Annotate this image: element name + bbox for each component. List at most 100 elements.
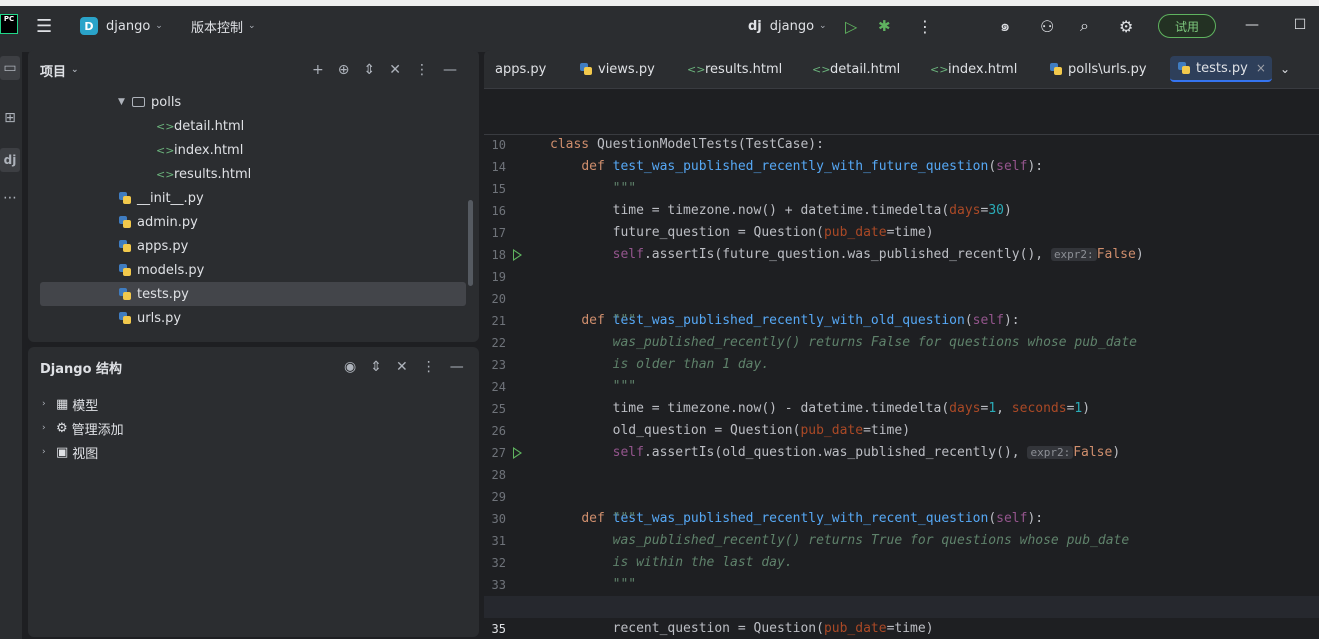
collapse-all-icon[interactable]: ✕	[396, 359, 408, 375]
code-line: 15 time = timezone.now() + datetime.time…	[484, 156, 1319, 218]
chevron-down-icon: ⌄	[155, 21, 163, 31]
chevron-down-icon: ▼	[118, 97, 125, 107]
minimize-button[interactable]: —	[1242, 14, 1262, 36]
project-panel-header[interactable]: 项目 ⌄	[40, 60, 79, 80]
more-tools-button[interactable]: ⋯	[0, 186, 20, 210]
code-line: 23 """	[484, 332, 1319, 394]
tab-index-html[interactable]: <> index.html	[930, 56, 1017, 82]
more-actions-button[interactable]: ⋮	[917, 14, 933, 38]
close-icon[interactable]: ×	[1256, 61, 1266, 75]
chevron-down-icon: ⌄	[819, 21, 827, 31]
tab-results-html[interactable]: <> results.html	[687, 56, 782, 82]
vcs-menu[interactable]: 版本控制 ⌄	[191, 14, 256, 38]
tree-item-models-py[interactable]: models.py	[119, 258, 204, 282]
minimize-icon: —	[1245, 17, 1259, 33]
panel-title: 项目	[40, 64, 67, 80]
more-vertical-icon[interactable]: ⋮	[422, 359, 436, 375]
django-structure-tool-button[interactable]: dj	[0, 148, 20, 172]
gear-icon: ⚙	[56, 420, 68, 436]
chevron-down-icon: ⌄	[248, 21, 256, 31]
main-menu-button[interactable]: ☰	[36, 14, 52, 38]
project-name: django	[106, 18, 151, 34]
code-line: 24 time = timezone.now() - datetime.time…	[484, 354, 1319, 416]
run-test-icon[interactable]	[513, 447, 522, 459]
tree-item-label: tests.py	[137, 286, 189, 302]
top-strip	[0, 0, 1319, 6]
trial-button[interactable]: 试用	[1158, 14, 1216, 38]
tab-tests-py[interactable]: tests.py ×	[1170, 56, 1272, 82]
code-line: 32 """	[484, 530, 1319, 592]
search-everywhere-button[interactable]: ⌕	[1080, 14, 1089, 38]
tab-views-py[interactable]: views.py	[580, 56, 655, 82]
folder-icon: ▭	[3, 60, 17, 76]
tree-item-urls-py[interactable]: urls.py	[119, 306, 181, 330]
python-file-icon	[119, 264, 131, 276]
structure-item-admin[interactable]: › ⚙ 管理添加	[42, 416, 124, 440]
tree-item-apps-py[interactable]: apps.py	[119, 234, 188, 258]
locate-icon[interactable]: ⊕	[338, 62, 350, 78]
project-switcher[interactable]: D django ⌄	[80, 14, 163, 38]
tree-item-results-html[interactable]: <> results.html	[156, 162, 251, 186]
tree-item-label: urls.py	[137, 310, 182, 326]
project-scrollbar[interactable]	[468, 200, 473, 286]
account-button[interactable]: ⚇	[1040, 14, 1054, 38]
python-file-icon	[580, 63, 592, 75]
tab-list-button[interactable]: ⌄	[1280, 56, 1290, 82]
code-line: 9 class QuestionModelTests(TestCase):	[484, 90, 1319, 152]
tree-item-init-py[interactable]: __init__.py	[119, 186, 204, 210]
more-vertical-icon[interactable]: ⋮	[415, 62, 429, 78]
debug-button[interactable]: ✱	[878, 14, 891, 38]
table-icon: ▦	[56, 396, 69, 412]
expand-all-icon[interactable]: ⇕	[363, 62, 375, 78]
tree-item-label: detail.html	[174, 118, 245, 134]
structure-item-views[interactable]: › ▣ 视图	[42, 440, 98, 464]
structure-tool-button[interactable]: ⊞	[0, 106, 20, 130]
search-icon: ⌕	[1080, 16, 1089, 35]
code-line-current: 35 self.assertIs(recent_question.was_pub…	[484, 596, 1319, 636]
chevron-right-icon: ›	[42, 447, 46, 457]
code-line: 14 """	[484, 134, 1319, 196]
code-area[interactable]: 9 class QuestionModelTests(TestCase): 10…	[484, 90, 1319, 639]
new-file-icon[interactable]: +	[312, 62, 324, 78]
settings-button[interactable]: ⚙	[1119, 14, 1133, 38]
tree-item-index-html[interactable]: <> index.html	[156, 138, 243, 162]
run-test-icon[interactable]	[513, 249, 522, 261]
tab-label: apps.py	[495, 61, 547, 77]
code-editor: apps.py views.py <> results.html <> deta…	[484, 50, 1319, 639]
html-file-icon: <>	[812, 62, 831, 76]
hide-panel-icon[interactable]: —	[443, 62, 457, 78]
hide-panel-icon[interactable]: —	[450, 359, 464, 375]
play-icon: ▷	[845, 16, 858, 36]
maximize-button[interactable]: ☐	[1290, 14, 1310, 36]
code-line: 10 def test_was_published_recently_with_…	[484, 112, 1319, 174]
tree-item-detail-html[interactable]: <> detail.html	[156, 114, 244, 138]
run-button[interactable]: ▷	[845, 14, 857, 38]
panel-title: Django 结构	[40, 361, 123, 377]
python-file-icon	[1050, 63, 1062, 75]
tree-item-label: __init__.py	[137, 190, 204, 206]
python-file-icon	[119, 240, 131, 252]
tree-item-label: polls	[151, 94, 182, 110]
collapse-all-icon[interactable]: ✕	[389, 62, 401, 78]
project-tool-button[interactable]: ▭	[0, 56, 20, 80]
tab-polls-urls-py[interactable]: polls\urls.py	[1050, 56, 1147, 82]
tab-apps-py[interactable]: apps.py	[495, 56, 546, 82]
tree-item-polls[interactable]: ▼ polls	[118, 90, 181, 114]
code-line: 25 old_question = Question(pub_date=time…	[484, 376, 1319, 438]
run-config-selector[interactable]: dj django ⌄	[748, 14, 827, 38]
python-file-icon	[119, 312, 131, 324]
code-line: 34 recent_question = Question(pub_date=t…	[484, 574, 1319, 636]
code-line: 33 time = timezone.now() - datetime.time…	[484, 552, 1319, 614]
ai-assistant-button[interactable]: ๑	[1000, 14, 1010, 38]
tab-detail-html[interactable]: <> detail.html	[812, 56, 900, 82]
editor-tab-bar: apps.py views.py <> results.html <> deta…	[484, 50, 1319, 89]
eye-icon[interactable]: ◉	[344, 359, 356, 375]
tree-item-label: models.py	[137, 262, 205, 278]
structure-item-models[interactable]: › ▦ 模型	[42, 392, 98, 416]
tree-item-tests-py[interactable]: tests.py	[40, 282, 466, 306]
code-line: 22 is older than 1 day.	[484, 310, 1319, 372]
tree-item-label: results.html	[174, 166, 252, 182]
tree-item-admin-py[interactable]: admin.py	[119, 210, 198, 234]
project-panel: 项目 ⌄ + ⊕ ⇕ ✕ ⋮ — ▼ polls <> detail.html …	[28, 50, 479, 342]
expand-all-icon[interactable]: ⇕	[370, 359, 382, 375]
